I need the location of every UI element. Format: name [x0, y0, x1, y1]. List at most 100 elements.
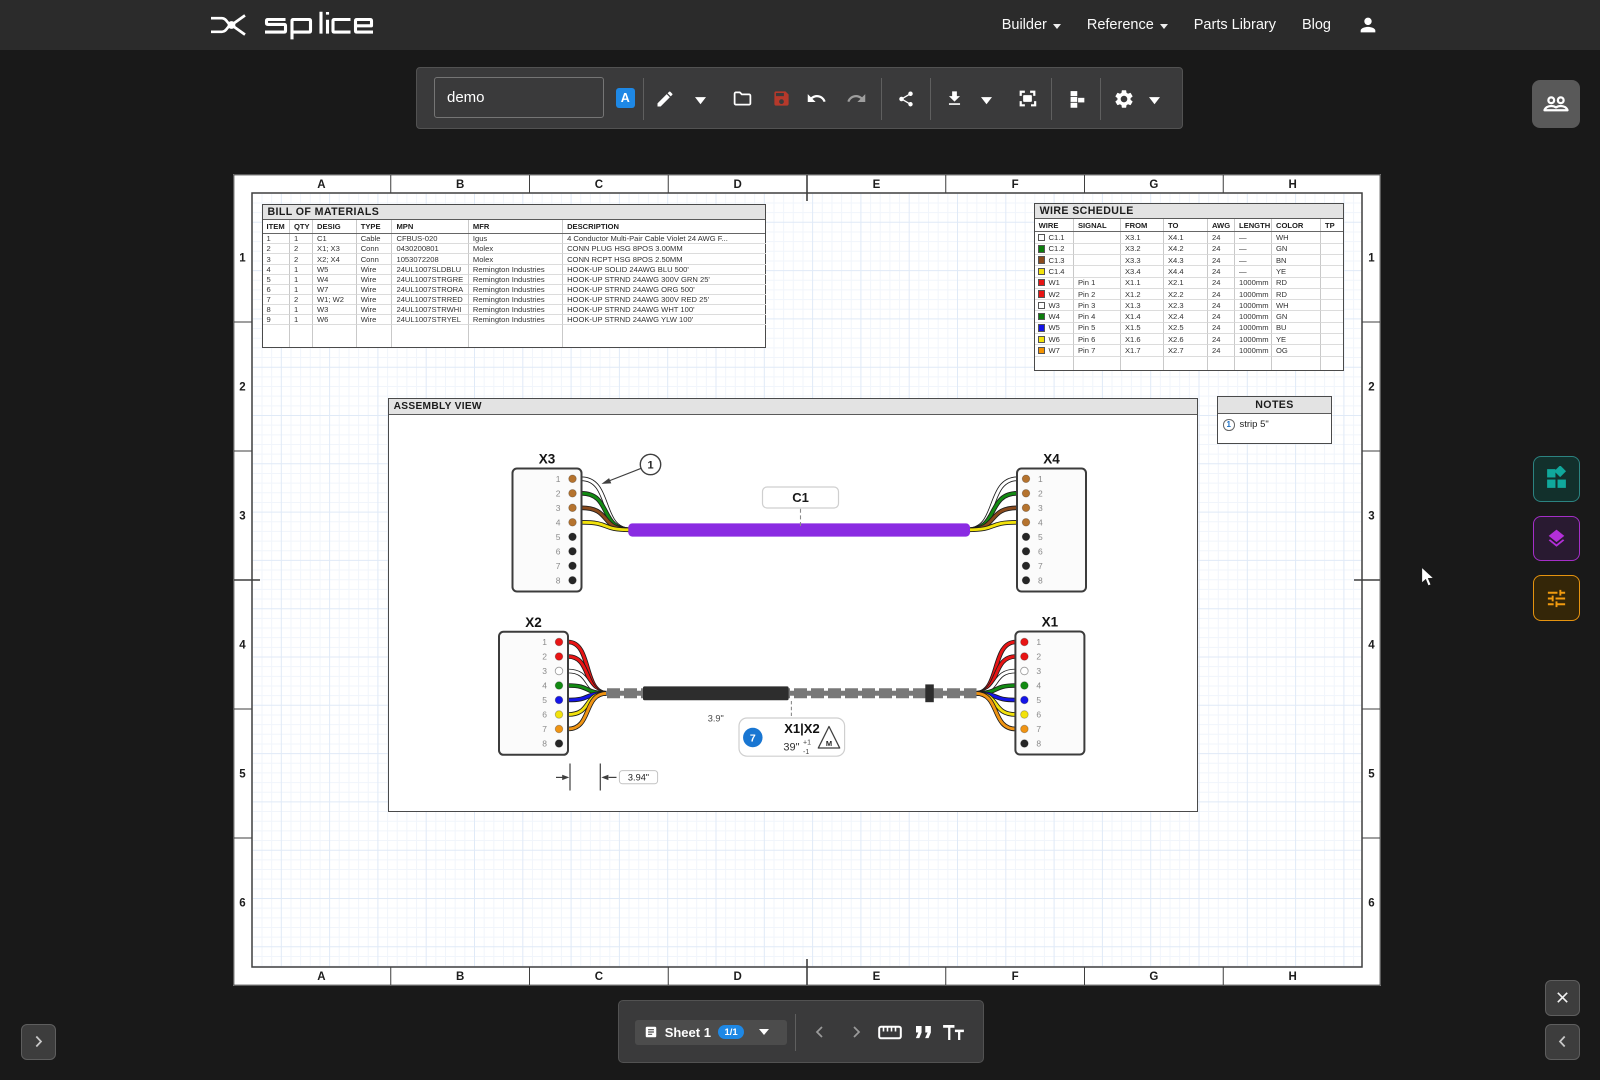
nav-parts-library[interactable]: Parts Library — [1194, 17, 1276, 33]
pin-number: 8 — [1038, 575, 1043, 585]
pin-number: 4 — [542, 681, 547, 691]
connector-pin — [569, 548, 577, 556]
nav-builder[interactable]: Builder — [1002, 17, 1061, 33]
pin-number: 6 — [1038, 546, 1043, 556]
note-tool-button[interactable] — [914, 1026, 931, 1039]
parts-panel-button[interactable] — [1533, 456, 1580, 502]
toolbar-divider — [930, 78, 931, 120]
cable-label-c1[interactable]: C1 — [763, 487, 839, 527]
length-flag-note[interactable]: 7 X1|X2 39" +1 -1 M — [739, 701, 845, 756]
nav-blog[interactable]: Blog — [1302, 17, 1331, 33]
settings-caret[interactable] — [1149, 97, 1160, 105]
design-name-input[interactable] — [434, 77, 604, 118]
connector-pin — [569, 519, 577, 527]
sheet-selector-caret — [759, 1029, 769, 1035]
edit-tool-button[interactable] — [655, 89, 675, 109]
pin-number: 5 — [542, 695, 547, 705]
dimension-tool-button[interactable] — [878, 1025, 902, 1040]
settings-button[interactable] — [1113, 88, 1135, 110]
connector-label: X1 — [1042, 615, 1059, 630]
balloon-note-1[interactable]: 1 — [602, 454, 661, 484]
connector-x2[interactable]: X2 1 2 3 4 5 6 7 8 — [499, 615, 568, 755]
pin-number: 4 — [556, 517, 561, 527]
connector-pin — [1022, 504, 1030, 512]
download-button[interactable] — [945, 89, 964, 108]
pin-number: 7 — [556, 561, 561, 571]
connector-label: X4 — [1043, 452, 1060, 467]
pin-number: 6 — [556, 546, 561, 556]
close-panel-button[interactable] — [1545, 980, 1580, 1016]
pin-number: 7 — [1036, 724, 1041, 734]
next-sheet-button[interactable] — [848, 1024, 864, 1040]
expand-left-button[interactable] — [21, 1024, 57, 1060]
connector-pin — [1021, 696, 1029, 704]
connector-pin — [1022, 475, 1030, 483]
connector-pin — [569, 490, 577, 498]
heat-shrink-tube[interactable] — [643, 686, 789, 700]
nav-caret — [1053, 24, 1061, 29]
connector-pin — [1022, 533, 1030, 541]
pin-number: 2 — [1036, 652, 1041, 662]
pin-number: 5 — [1036, 695, 1041, 705]
sheet-doc-icon — [644, 1025, 658, 1039]
connector-x4[interactable]: X4 1 2 3 4 5 6 7 8 — [1017, 452, 1086, 592]
cable-label-text: C1 — [792, 490, 809, 505]
connector-pin — [1021, 638, 1029, 646]
connector-pin — [555, 740, 563, 748]
drawing-sheet[interactable]: A A B B C C D D E E F F G G H H 1 1 2 2 … — [233, 174, 1381, 986]
account-menu[interactable] — [1357, 14, 1379, 36]
cable-c1[interactable] — [628, 523, 970, 536]
pin-number: 6 — [1036, 710, 1041, 720]
dimension-3-94[interactable]: 3.94" — [556, 764, 658, 791]
pin-number: 8 — [542, 739, 547, 749]
flag-tol-plus: +1 — [803, 740, 811, 747]
connector-pin — [555, 725, 563, 733]
sheet-selector-button[interactable]: Sheet 1 1/1 — [635, 1020, 788, 1045]
connector-pin — [555, 711, 563, 719]
pin-number: 4 — [1038, 517, 1043, 527]
properties-panel-button[interactable] — [1533, 575, 1580, 621]
connector-pin — [1021, 711, 1029, 719]
connector-pin — [569, 562, 577, 570]
redo-button[interactable] — [846, 88, 867, 109]
pin-number: 3 — [1038, 503, 1043, 513]
undo-button[interactable] — [806, 88, 827, 109]
connector-pin — [1022, 562, 1030, 570]
shrink-length-label: 3.9" — [708, 714, 724, 724]
connector-x1[interactable]: X1 1 2 3 4 5 6 7 8 — [1015, 615, 1084, 755]
cable-tie[interactable] — [925, 684, 934, 702]
share-button[interactable] — [897, 90, 915, 108]
collaborators-button[interactable] — [1532, 80, 1580, 128]
layers-panel-button[interactable] — [1533, 516, 1580, 562]
fit-view-button[interactable] — [1017, 88, 1038, 109]
text-tool-button[interactable] — [942, 1024, 965, 1041]
save-button[interactable] — [772, 89, 791, 108]
app-header: Builder Reference Parts Library Blog — [0, 0, 1600, 50]
app-logo[interactable] — [207, 0, 382, 50]
prev-sheet-button[interactable] — [812, 1024, 828, 1040]
collapse-right-button[interactable] — [1545, 1024, 1580, 1060]
download-caret[interactable] — [981, 97, 992, 105]
pin-number: 8 — [556, 575, 561, 585]
connector-x3[interactable]: X3 1 2 3 4 5 6 7 8 — [513, 452, 582, 592]
connector-pin — [555, 696, 563, 704]
flag-triangle-mark: M — [826, 739, 832, 748]
open-project-button[interactable] — [732, 88, 753, 109]
schematic-view-button[interactable] — [1066, 89, 1086, 109]
connector-label: X2 — [525, 615, 542, 630]
pin-number: 5 — [556, 532, 561, 542]
annotation-toggle-button[interactable]: A — [616, 88, 635, 108]
connector-pin — [555, 638, 563, 646]
nav-reference[interactable]: Reference — [1087, 17, 1168, 33]
dimension-label: 3.94" — [628, 772, 649, 782]
pin-number: 3 — [1036, 666, 1041, 676]
pin-number: 7 — [1038, 561, 1043, 571]
connector-pin — [1022, 577, 1030, 585]
pin-number: 6 — [542, 710, 547, 720]
sheet-navigation-bar: Sheet 1 1/1 — [618, 1000, 984, 1063]
connector-pin — [569, 475, 577, 483]
pin-number: 4 — [1036, 681, 1041, 691]
connector-pin — [1022, 548, 1030, 556]
edit-tool-caret[interactable] — [695, 97, 706, 105]
connector-pin — [1021, 725, 1029, 733]
